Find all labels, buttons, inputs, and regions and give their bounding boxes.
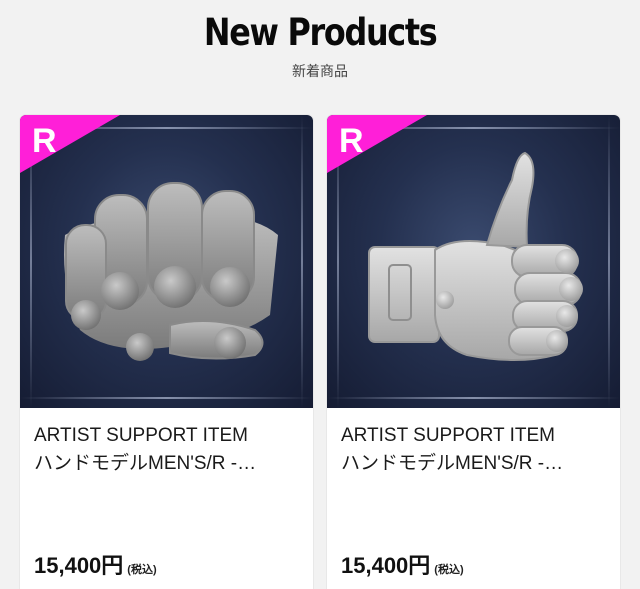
tax-note: (税込) — [127, 564, 157, 576]
product-image[interactable]: R — [327, 115, 620, 408]
rank-badge: R — [339, 122, 364, 160]
product-price: 15,400円 — [341, 553, 431, 578]
product-info: ARTIST SUPPORT ITEM ハンドモデルMEN'S/R -… — [327, 408, 620, 478]
product-image[interactable]: R — [20, 115, 313, 408]
product-name[interactable]: ARTIST SUPPORT ITEM ハンドモデルMEN'S/R -… — [341, 422, 606, 478]
product-price: 15,400円 — [34, 553, 124, 578]
price-row: 15,400円 (税込) — [34, 548, 157, 580]
product-name-line1: ARTIST SUPPORT ITEM — [34, 425, 248, 446]
product-name-line2: ハンドモデルMEN'S/R -… — [34, 453, 257, 474]
product-name-line1: ARTIST SUPPORT ITEM — [341, 425, 555, 446]
rank-badge: R — [32, 122, 57, 160]
product-info: ARTIST SUPPORT ITEM ハンドモデルMEN'S/R -… — [20, 408, 313, 478]
section-heading: New Products 新着商品 — [0, 10, 640, 80]
new-products-page: New Products 新着商品 R ARTIST SUPPORT ITEM … — [0, 0, 640, 589]
product-name[interactable]: ARTIST SUPPORT ITEM ハンドモデルMEN'S/R -… — [34, 422, 299, 478]
product-name-line2: ハンドモデルMEN'S/R -… — [341, 453, 564, 474]
price-row: 15,400円 (税込) — [341, 548, 464, 580]
section-title: New Products — [203, 11, 438, 54]
section-subtitle: 新着商品 — [292, 63, 348, 79]
tax-note: (税込) — [434, 564, 464, 576]
product-card[interactable]: R ARTIST SUPPORT ITEM ハンドモデルMEN'S/R -… 1… — [20, 115, 313, 589]
product-card[interactable]: R ARTIST SUPPORT ITEM ハンドモデルMEN'S/R -… 1… — [327, 115, 620, 589]
